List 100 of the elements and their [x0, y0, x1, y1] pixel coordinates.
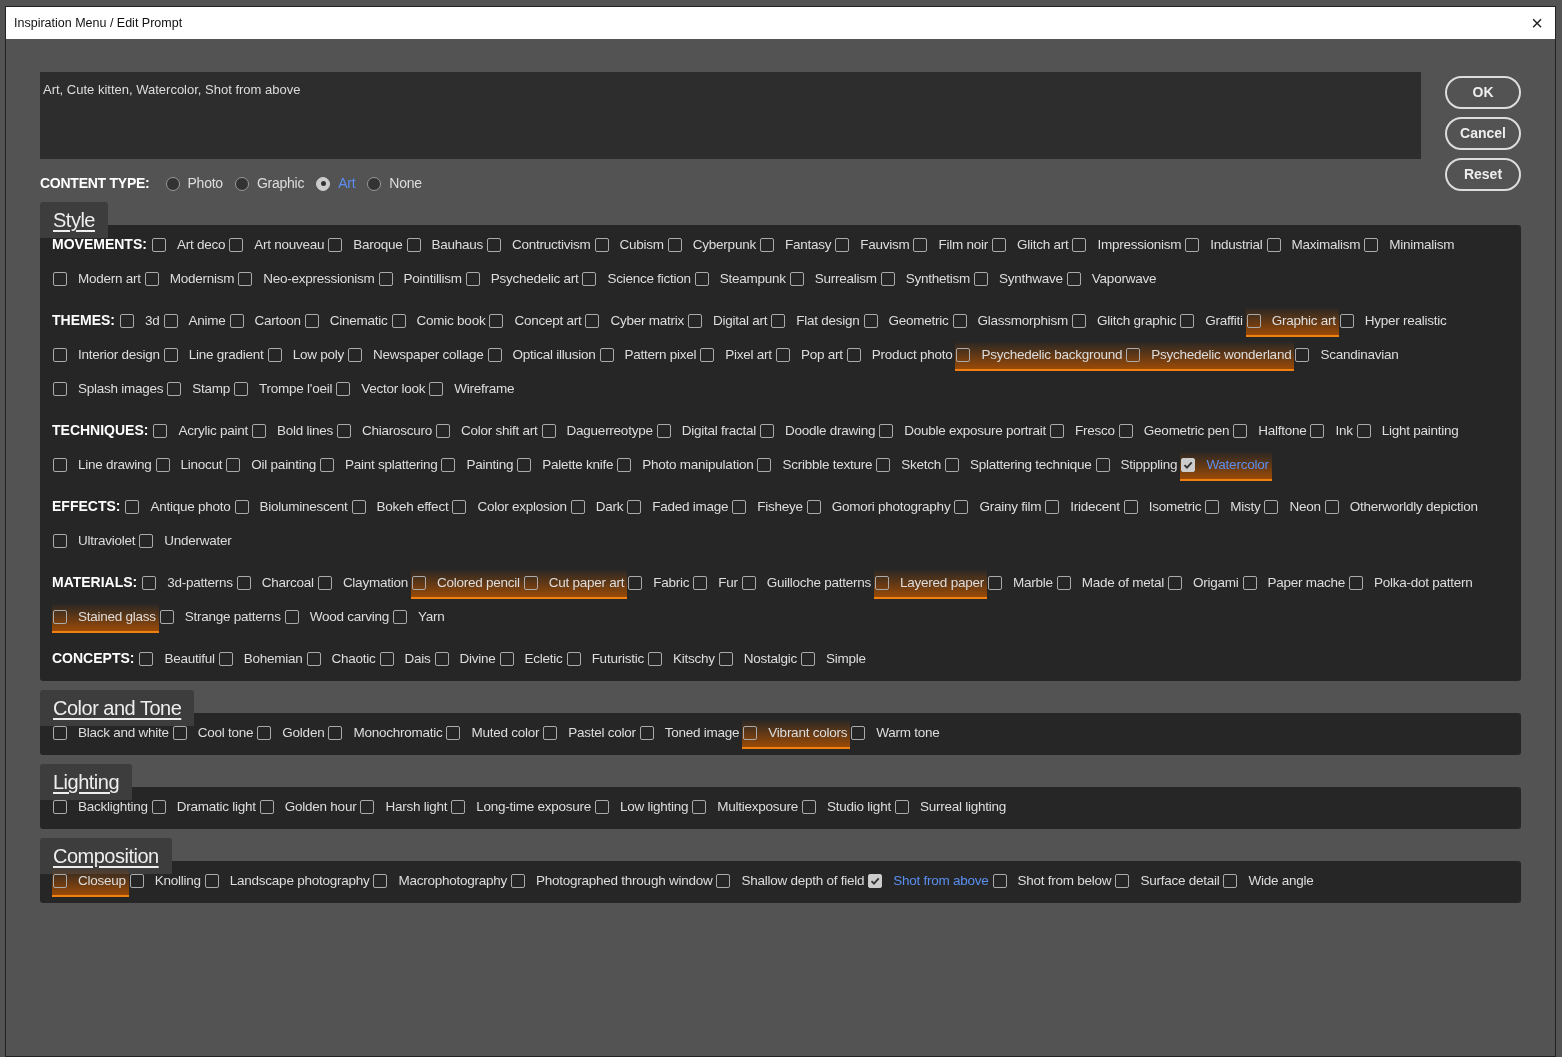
option[interactable]: Neo-expressionism	[237, 265, 378, 296]
checkbox[interactable]	[351, 500, 366, 515]
option[interactable]: Pop art	[774, 341, 846, 372]
checkbox[interactable]	[1223, 874, 1238, 889]
option[interactable]: Sketch	[875, 451, 944, 482]
checkbox[interactable]	[523, 576, 538, 591]
checkbox[interactable]	[1324, 500, 1339, 515]
checkbox[interactable]	[429, 382, 444, 397]
checkbox[interactable]	[789, 272, 804, 287]
option[interactable]: Linocut	[154, 451, 226, 482]
option[interactable]: Low poly	[266, 341, 347, 372]
checkbox[interactable]	[373, 874, 388, 889]
checkbox[interactable]	[452, 500, 467, 515]
checkbox[interactable]	[1168, 576, 1182, 591]
checkbox[interactable]	[142, 576, 157, 591]
checkbox[interactable]	[234, 500, 249, 515]
checkbox[interactable]	[252, 424, 266, 439]
option[interactable]: Geometric	[862, 307, 952, 338]
checkbox[interactable]	[153, 424, 168, 439]
checkbox[interactable]	[53, 348, 67, 363]
checkbox[interactable]	[570, 500, 585, 515]
checkbox[interactable]	[53, 458, 67, 473]
checkbox[interactable]	[517, 458, 532, 473]
option[interactable]: Iridecent	[1044, 493, 1123, 524]
checkbox[interactable]	[411, 576, 426, 591]
option[interactable]: Beautiful	[138, 645, 218, 676]
option[interactable]: Geometric pen	[1117, 417, 1233, 448]
option[interactable]: Otherworldly depiction	[1323, 493, 1481, 524]
dialog-button[interactable]: OK	[1445, 76, 1521, 109]
checkbox[interactable]	[1123, 500, 1138, 515]
checkbox[interactable]	[1045, 500, 1060, 515]
option[interactable]: Nostalgic	[717, 645, 800, 676]
radio-label[interactable]: None	[389, 173, 422, 195]
radio-label[interactable]: Photo	[187, 173, 223, 195]
checkbox[interactable]	[125, 500, 140, 515]
checkbox[interactable]	[802, 800, 817, 815]
option[interactable]: Macrophotography	[372, 867, 511, 898]
checkbox[interactable]	[151, 800, 166, 815]
checkbox[interactable]	[163, 348, 178, 363]
checkbox[interactable]	[595, 800, 609, 815]
highlighted-option[interactable]: Stained glass	[52, 603, 159, 634]
checkbox[interactable]	[759, 238, 774, 253]
option[interactable]: Hyper realistic	[1338, 307, 1450, 338]
option[interactable]: Splash images	[52, 375, 167, 406]
checkbox[interactable]	[1066, 272, 1081, 287]
option[interactable]: Contructivism	[486, 231, 594, 262]
option[interactable]: Cinematic	[303, 307, 391, 338]
option[interactable]: Strange patterns	[158, 603, 284, 634]
option[interactable]: Photographed through window	[510, 867, 716, 898]
checkbox[interactable]	[732, 500, 747, 515]
option[interactable]: Line drawing	[52, 451, 155, 482]
option[interactable]: Bauhaus	[405, 231, 487, 262]
checkbox[interactable]	[139, 534, 154, 549]
option[interactable]: Futuristic	[565, 645, 647, 676]
option[interactable]: Wide angle	[1222, 867, 1317, 898]
checkbox[interactable]	[991, 238, 1006, 253]
checkbox[interactable]	[53, 726, 67, 741]
option[interactable]: Golden	[256, 719, 328, 750]
checkbox[interactable]	[144, 272, 159, 287]
checkbox[interactable]	[53, 800, 67, 815]
checkbox[interactable]	[952, 314, 967, 329]
dialog-button[interactable]: Cancel	[1445, 117, 1521, 150]
checkbox[interactable]	[306, 652, 321, 667]
checkbox[interactable]	[259, 800, 274, 815]
prompt-field[interactable]: Art, Cute kitten, Watercolor, Shot from above	[40, 72, 1421, 159]
checkbox[interactable]	[880, 272, 895, 287]
option[interactable]: Steampunk	[693, 265, 789, 296]
option[interactable]: Synthetism	[879, 265, 974, 296]
checkbox[interactable]	[875, 576, 890, 591]
option[interactable]: Low lighting	[594, 793, 692, 824]
option[interactable]: Modern art	[52, 265, 144, 296]
checkbox[interactable]	[436, 424, 451, 439]
option[interactable]: Golden hour	[258, 793, 360, 824]
checkbox[interactable]	[693, 576, 708, 591]
option[interactable]: Ultraviolet	[52, 527, 139, 558]
checkbox[interactable]	[1181, 458, 1196, 473]
checkbox[interactable]	[229, 314, 244, 329]
option[interactable]: Guilloche patterns	[740, 569, 875, 600]
checkbox[interactable]	[218, 652, 233, 667]
option[interactable]: Cartoon	[228, 307, 304, 338]
checkbox[interactable]	[1356, 424, 1371, 439]
option[interactable]: Baroque	[327, 231, 406, 262]
checkbox[interactable]	[1264, 500, 1279, 515]
option[interactable]: 3d-patterns	[141, 569, 236, 600]
option[interactable]: Fisheye	[731, 493, 806, 524]
checkbox[interactable]	[582, 272, 597, 287]
option[interactable]: Cubism	[593, 231, 667, 262]
checkbox[interactable]	[667, 238, 682, 253]
checkbox[interactable]	[543, 726, 558, 741]
checkbox[interactable]	[718, 652, 733, 667]
checkbox[interactable]	[487, 348, 502, 363]
option[interactable]: Trompe l'oeil	[233, 375, 336, 406]
checkbox[interactable]	[1126, 348, 1141, 363]
checkbox[interactable]	[236, 576, 251, 591]
checkbox[interactable]	[851, 726, 866, 741]
checkbox[interactable]	[229, 238, 244, 253]
checkbox[interactable]	[53, 272, 67, 287]
checkbox[interactable]	[155, 458, 170, 473]
checkbox[interactable]	[234, 382, 249, 397]
checkbox[interactable]	[151, 238, 166, 253]
